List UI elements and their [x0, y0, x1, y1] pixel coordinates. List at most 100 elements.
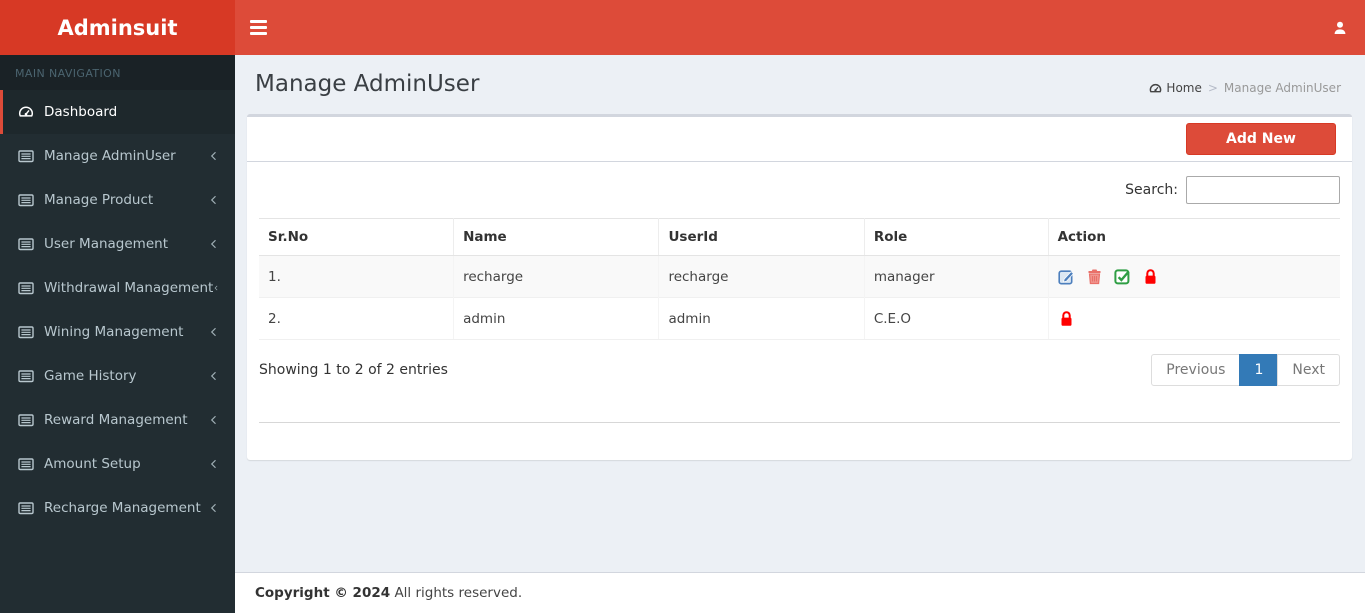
- manage-adminuser-box: Add New Search: Sr.No Name UserId Role A…: [247, 114, 1352, 460]
- chevron-left-icon: [210, 503, 216, 513]
- cell-userid: recharge: [658, 255, 865, 298]
- entries-info: Showing 1 to 2 of 2 entries: [259, 362, 448, 378]
- edit-icon: [1057, 270, 1074, 285]
- footer: Copyright © 2024 All rights reserved.: [235, 572, 1365, 613]
- breadcrumb-home-link[interactable]: Home: [1149, 81, 1202, 95]
- box-header: Add New: [247, 117, 1352, 162]
- list-icon: [18, 414, 34, 427]
- sidebar-item-wining-management[interactable]: Wining Management: [0, 310, 235, 354]
- sidebar-item-amount-setup[interactable]: Amount Setup: [0, 442, 235, 486]
- content-header: Manage AdminUser Home > Manage AdminUser: [235, 55, 1365, 97]
- add-new-button[interactable]: Add New: [1186, 123, 1336, 155]
- admin-app: Adminsuit MAIN NAVIGATION Dashboard Mana…: [0, 0, 1365, 613]
- column-header-userid[interactable]: UserId: [658, 218, 865, 256]
- sidebar-item-label: Wining Management: [44, 324, 184, 340]
- chevron-left-icon: [210, 327, 216, 337]
- breadcrumb-separator: >: [1207, 81, 1218, 95]
- main-header: Adminsuit: [0, 0, 1365, 55]
- table-header-row: Sr.No Name UserId Role Action: [259, 218, 1340, 256]
- trash-icon: [1088, 269, 1101, 285]
- pagination: Previous 1 Next: [1151, 354, 1340, 386]
- table-row: 1. recharge recharge manager: [259, 255, 1340, 298]
- chevron-left-icon: [210, 371, 216, 381]
- sidebar-item-label: Game History: [44, 368, 137, 384]
- list-icon: [18, 370, 34, 383]
- lock-icon: [1061, 311, 1072, 326]
- chevron-left-icon: [210, 459, 216, 469]
- row-actions: [1058, 310, 1331, 327]
- column-header-srno[interactable]: Sr.No: [259, 218, 455, 256]
- chevron-left-icon: [210, 151, 216, 161]
- table-row: 2. admin admin C.E.O: [259, 297, 1340, 340]
- pagination-next-button[interactable]: Next: [1277, 354, 1340, 386]
- pagination-previous-button[interactable]: Previous: [1151, 354, 1241, 386]
- sidebar-item-label: Amount Setup: [44, 456, 141, 472]
- sidebar-item-label: Manage AdminUser: [44, 148, 176, 164]
- search-row: Search:: [259, 176, 1340, 204]
- sidebar-item-game-history[interactable]: Game History: [0, 354, 235, 398]
- column-header-role[interactable]: Role: [864, 218, 1049, 256]
- delete-action-button[interactable]: [1086, 268, 1103, 285]
- user-icon: [1334, 21, 1346, 34]
- sidebar: MAIN NAVIGATION Dashboard Manage AdminUs…: [0, 55, 235, 613]
- box-body: Search: Sr.No Name UserId Role Action 1.…: [247, 162, 1352, 460]
- tachometer-icon: [18, 106, 34, 117]
- row-actions: [1057, 268, 1331, 285]
- pagination-page-1-button[interactable]: 1: [1239, 354, 1279, 386]
- sidebar-section-label: MAIN NAVIGATION: [0, 55, 235, 90]
- breadcrumb-current: Manage AdminUser: [1223, 81, 1341, 95]
- search-label: Search:: [1125, 182, 1178, 198]
- sidebar-item-user-management[interactable]: User Management: [0, 222, 235, 266]
- approve-action-button[interactable]: [1113, 268, 1131, 285]
- sidebar-item-recharge-management[interactable]: Recharge Management: [0, 486, 235, 530]
- adminuser-table: Sr.No Name UserId Role Action 1. recharg…: [259, 218, 1340, 340]
- sidebar-item-label: Withdrawal Management: [44, 280, 214, 296]
- edit-action-button[interactable]: [1057, 268, 1075, 285]
- column-header-name[interactable]: Name: [453, 218, 660, 256]
- list-icon: [18, 458, 34, 471]
- lock-icon: [1145, 269, 1156, 284]
- brand-logo[interactable]: Adminsuit: [0, 0, 235, 55]
- breadcrumb-home-label: Home: [1166, 81, 1202, 95]
- chevron-left-icon: [210, 195, 216, 205]
- sidebar-item-dashboard[interactable]: Dashboard: [0, 90, 235, 134]
- sidebar-menu: Dashboard Manage AdminUser Manage Produc…: [0, 90, 235, 530]
- sidebar-item-label: Dashboard: [44, 104, 118, 120]
- lock-action-button[interactable]: [1058, 310, 1075, 327]
- table-footer: Showing 1 to 2 of 2 entries Previous 1 N…: [259, 354, 1340, 386]
- footer-copyright: Copyright © 2024: [255, 585, 391, 601]
- cell-role: C.E.O: [864, 297, 1049, 340]
- dashboard-icon: [1150, 83, 1162, 92]
- cell-userid: admin: [658, 297, 865, 340]
- chevron-left-icon: [210, 415, 216, 425]
- sidebar-item-reward-management[interactable]: Reward Management: [0, 398, 235, 442]
- chevron-left-icon: [214, 285, 218, 291]
- sidebar-item-label: Recharge Management: [44, 500, 201, 516]
- lock-action-button[interactable]: [1142, 268, 1159, 285]
- sidebar-item-label: User Management: [44, 236, 168, 252]
- breadcrumb: Home > Manage AdminUser: [1149, 81, 1341, 95]
- column-header-action[interactable]: Action: [1048, 218, 1340, 256]
- list-icon: [18, 194, 34, 207]
- search-input[interactable]: [1186, 176, 1340, 204]
- list-icon: [18, 282, 34, 295]
- list-icon: [18, 150, 34, 163]
- check-square-icon: [1113, 269, 1130, 285]
- sidebar-item-withdrawal-management[interactable]: Withdrawal Management: [0, 266, 235, 310]
- sidebar-toggle-button[interactable]: [235, 0, 281, 55]
- user-menu-button[interactable]: [1315, 0, 1365, 55]
- sidebar-item-manage-product[interactable]: Manage Product: [0, 178, 235, 222]
- brand-name: Adminsuit: [57, 15, 178, 40]
- chevron-left-icon: [210, 239, 216, 249]
- list-icon: [18, 502, 34, 515]
- sidebar-item-manage-adminuser[interactable]: Manage AdminUser: [0, 134, 235, 178]
- top-navbar: [235, 0, 1365, 55]
- hamburger-icon: [249, 20, 267, 35]
- cell-srno: 2.: [259, 297, 455, 340]
- sidebar-item-label: Reward Management: [44, 412, 188, 428]
- footer-text: All rights reserved.: [394, 585, 523, 601]
- cell-role: manager: [864, 255, 1049, 298]
- sidebar-item-label: Manage Product: [44, 192, 154, 208]
- content-wrapper: Manage AdminUser Home > Manage AdminUser: [235, 55, 1365, 613]
- list-icon: [18, 238, 34, 251]
